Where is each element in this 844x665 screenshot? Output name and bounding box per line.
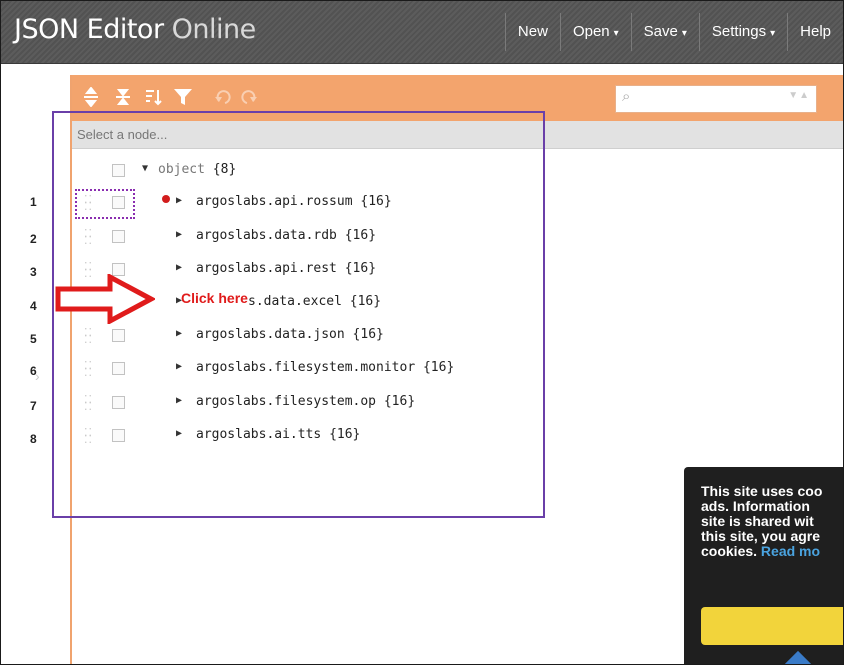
sort-icon[interactable] <box>142 87 164 109</box>
row-number: 4 <box>30 299 37 313</box>
cookie-text: This site uses coo ads. Information site… <box>701 483 823 559</box>
search-nav-icon[interactable]: ▼▲ <box>788 90 810 101</box>
arrow-right-icon <box>55 274 155 324</box>
row-number: 8 <box>30 432 37 446</box>
chevron-down-icon: ▾ <box>770 28 776 39</box>
search-input[interactable]: ⌕ ▼▲ <box>615 85 817 113</box>
chevron-down-icon: ▾ <box>681 28 687 39</box>
row-number: 7 <box>30 399 37 413</box>
selected-node-outline <box>75 189 135 219</box>
logo-main-text: JSON Editor <box>14 14 164 45</box>
cookie-accept-button[interactable]: O <box>701 607 843 645</box>
redo-icon[interactable] <box>238 87 260 109</box>
read-more-link[interactable]: Read mo <box>761 543 820 559</box>
settings-menu-button[interactable]: Settings ▾ <box>698 13 787 51</box>
cookie-banner: This site uses coo ads. Information site… <box>684 467 843 664</box>
row-number: 3 <box>30 265 37 279</box>
search-icon: ⌕ <box>622 88 631 105</box>
filter-icon[interactable] <box>172 87 194 109</box>
app-header: JSON Editor Online New Open ▾ Save ▾ Setti… <box>1 1 843 64</box>
help-button[interactable]: Help <box>787 13 843 51</box>
badge-icon <box>783 650 813 664</box>
new-button[interactable]: New <box>504 13 560 51</box>
row-number: 1 <box>30 195 37 209</box>
main-menu: New Open ▾ Save ▾ Settings ▾ Help <box>504 13 843 51</box>
app-logo: JSON Editor Online <box>14 14 256 45</box>
app-window: JSON Editor Online New Open ▾ Save ▾ Setti… <box>0 0 844 665</box>
logo-sub-text: Online <box>171 14 257 45</box>
click-here-label: Click here <box>181 290 248 306</box>
row-number: 5 <box>30 332 37 346</box>
chevron-down-icon: ▾ <box>613 28 619 39</box>
save-menu-button[interactable]: Save ▾ <box>630 13 699 51</box>
collapse-all-icon[interactable] <box>112 87 134 109</box>
undo-icon[interactable] <box>212 87 234 109</box>
open-menu-button[interactable]: Open ▾ <box>559 13 631 51</box>
row-number: 2 <box>30 232 37 246</box>
expand-all-icon[interactable] <box>80 86 102 109</box>
cursor-dot <box>162 195 170 203</box>
chevron-right-icon: › <box>35 368 40 384</box>
